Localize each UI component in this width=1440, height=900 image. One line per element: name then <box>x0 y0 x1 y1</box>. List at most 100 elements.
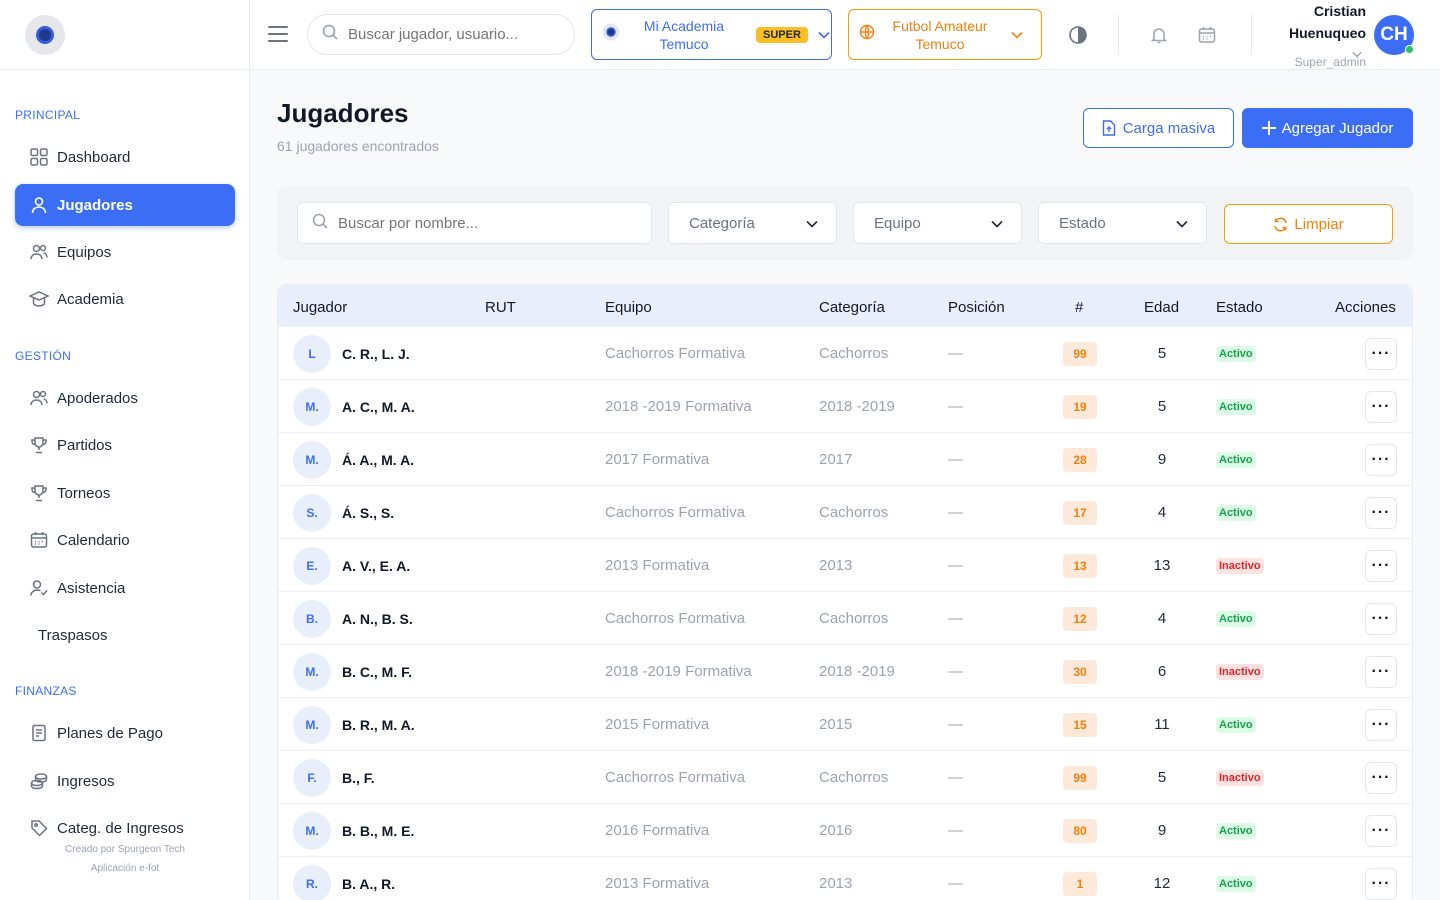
player-name[interactable]: Á. S., S. <box>342 505 394 521</box>
row-actions-button[interactable]: ··· <box>1365 761 1397 794</box>
jersey-number-badge: 1 <box>1063 871 1097 896</box>
status-cell: Activo <box>1216 380 1256 433</box>
player-search-input[interactable] <box>338 214 638 232</box>
player-name[interactable]: B. C., M. F. <box>342 664 412 680</box>
category-filter[interactable]: Categoría <box>668 202 837 244</box>
player-initial-avatar: M. <box>293 811 331 850</box>
sidebar-item-torneos[interactable]: Torneos <box>15 472 235 514</box>
academy-logo-icon <box>602 23 620 46</box>
player-name[interactable]: B. R., M. A. <box>342 717 415 733</box>
table-row[interactable]: F. B., F. Cachorros Formativa Cachorros — 99 5… <box>278 751 1412 804</box>
number-cell: 80 <box>1063 804 1097 857</box>
sidebar-item-dashboard[interactable]: Dashboard <box>15 136 235 178</box>
player-name[interactable]: B., F. <box>342 770 375 786</box>
player-name[interactable]: C. R., L. J. <box>342 346 410 362</box>
sidebar-item-label: Calendario <box>57 531 130 549</box>
bell-icon[interactable] <box>1148 24 1170 46</box>
sidebar-item-apoderados[interactable]: Apoderados <box>15 377 235 419</box>
number-cell: 17 <box>1063 486 1097 539</box>
team-cell: Cachorros Formativa <box>605 610 746 627</box>
jersey-number-badge: 13 <box>1063 553 1097 578</box>
category-cell: 2016 <box>819 822 853 839</box>
theme-toggle-icon[interactable] <box>1067 24 1089 46</box>
team-cell: 2013 Formativa <box>605 875 710 892</box>
player-cell: B. A. N., B. S. <box>293 592 413 645</box>
table-row[interactable]: M. B. R., M. A. 2015 Formativa 2015 — 15 11 Act… <box>278 698 1412 751</box>
global-search[interactable] <box>307 14 575 55</box>
team-filter[interactable]: Equipo <box>853 202 1022 244</box>
row-actions-button[interactable]: ··· <box>1365 814 1397 847</box>
sidebar-item-categ-ingresos[interactable]: Categ. de Ingresos <box>15 807 235 849</box>
status-badge: Activo <box>1216 716 1256 733</box>
user-name[interactable]: Cristian Huenuqueo <box>1270 0 1366 44</box>
table-row[interactable]: M. Á. A., M. A. 2017 Formativa 2017 — 28 9 Acti… <box>278 433 1412 486</box>
sidebar-item-ingresos[interactable]: Ingresos <box>15 760 235 802</box>
table-row[interactable]: R. B. A., R. 2013 Formativa 2013 — 1 12 Activo ·… <box>278 857 1412 900</box>
player-name[interactable]: A. N., B. S. <box>342 611 413 627</box>
col-equipo[interactable]: Equipo <box>605 299 652 316</box>
number-cell: 15 <box>1063 698 1097 751</box>
player-search[interactable] <box>297 202 652 244</box>
position-cell: — <box>948 504 963 521</box>
league-selector[interactable]: Futbol Amateur Temuco <box>848 9 1042 60</box>
category-cell: 2018 -2019 <box>819 398 895 415</box>
sidebar-item-calendario[interactable]: Calendario <box>15 519 235 561</box>
category-cell: Cachorros <box>819 610 889 627</box>
add-player-button[interactable]: Agregar Jugador <box>1242 108 1413 148</box>
player-name[interactable]: A. C., M. A. <box>342 399 415 415</box>
sidebar-item-equipos[interactable]: Equipos <box>15 231 235 273</box>
jersey-number-badge: 99 <box>1063 765 1097 790</box>
sidebar-item-planes[interactable]: Planes de Pago <box>15 712 235 754</box>
actions-cell: ··· <box>1365 751 1397 804</box>
global-search-input[interactable] <box>348 26 558 43</box>
sidebar-item-traspasos[interactable]: Traspasos <box>15 614 235 656</box>
row-actions-button[interactable]: ··· <box>1365 549 1397 582</box>
col-rut[interactable]: RUT <box>485 299 516 316</box>
player-name[interactable]: Á. A., M. A. <box>342 452 414 468</box>
row-actions-button[interactable]: ··· <box>1365 337 1397 370</box>
row-actions-button[interactable]: ··· <box>1365 443 1397 476</box>
sidebar-item-partidos[interactable]: Partidos <box>15 424 235 466</box>
table-row[interactable]: M. A. C., M. A. 2018 -2019 Formativa 2018 -… <box>278 380 1412 433</box>
sidebar-item-label: Dashboard <box>57 148 131 166</box>
sidebar-item-jugadores[interactable]: Jugadores <box>15 184 235 226</box>
col-categoria[interactable]: Categoría <box>819 299 885 316</box>
table-row[interactable]: M. B. B., M. E. 2016 Formativa 2016 — 80 9 Acti… <box>278 804 1412 857</box>
row-actions-button[interactable]: ··· <box>1365 496 1397 529</box>
status-filter[interactable]: Estado <box>1038 202 1207 244</box>
sidebar-item-asistencia[interactable]: Asistencia <box>15 567 235 609</box>
player-name[interactable]: B. A., R. <box>342 876 395 892</box>
sidebar-item-label: Ingresos <box>57 772 115 790</box>
status-badge: Inactivo <box>1216 663 1264 680</box>
player-name[interactable]: A. V., E. A. <box>342 558 410 574</box>
table-row[interactable]: M. B. C., M. F. 2018 -2019 Formativa 2018 -… <box>278 645 1412 698</box>
col-jugador[interactable]: Jugador <box>293 299 347 316</box>
table-row[interactable]: B. A. N., B. S. Cachorros Formativa Cachorr… <box>278 592 1412 645</box>
age-cell: 5 <box>1157 398 1167 415</box>
col-numero[interactable]: # <box>1075 299 1083 316</box>
actions-cell: ··· <box>1365 698 1397 751</box>
menu-icon[interactable] <box>268 26 288 42</box>
col-edad[interactable]: Edad <box>1144 299 1179 316</box>
col-posicion[interactable]: Posición <box>948 299 1005 316</box>
user-check-icon <box>29 578 49 598</box>
category-cell: 2018 -2019 <box>819 663 895 680</box>
team-cell: 2018 -2019 Formativa <box>605 398 752 415</box>
clear-filters-button[interactable]: Limpiar <box>1224 204 1393 244</box>
player-name[interactable]: B. B., M. E. <box>342 823 414 839</box>
row-actions-button[interactable]: ··· <box>1365 655 1397 688</box>
col-estado[interactable]: Estado <box>1216 299 1263 316</box>
row-actions-button[interactable]: ··· <box>1365 602 1397 635</box>
table-row[interactable]: L C. R., L. J. Cachorros Formativa Cachorro… <box>278 327 1412 380</box>
row-actions-button[interactable]: ··· <box>1365 390 1397 423</box>
bulk-upload-button[interactable]: Carga masiva <box>1083 108 1234 148</box>
table-row[interactable]: S. Á. S., S. Cachorros Formativa Cachorros —… <box>278 486 1412 539</box>
calendar-icon[interactable] <box>1196 24 1218 46</box>
academy-selector[interactable]: Mi Academia Temuco SUPER <box>591 9 832 60</box>
table-row[interactable]: E. A. V., E. A. 2013 Formativa 2013 — 13 13 Ina… <box>278 539 1412 592</box>
player-initial-avatar: S. <box>293 493 331 532</box>
row-actions-button[interactable]: ··· <box>1365 708 1397 741</box>
sidebar-item-academia[interactable]: Academia <box>15 278 235 320</box>
row-actions-button[interactable]: ··· <box>1365 867 1397 900</box>
app-logo[interactable] <box>25 14 65 55</box>
